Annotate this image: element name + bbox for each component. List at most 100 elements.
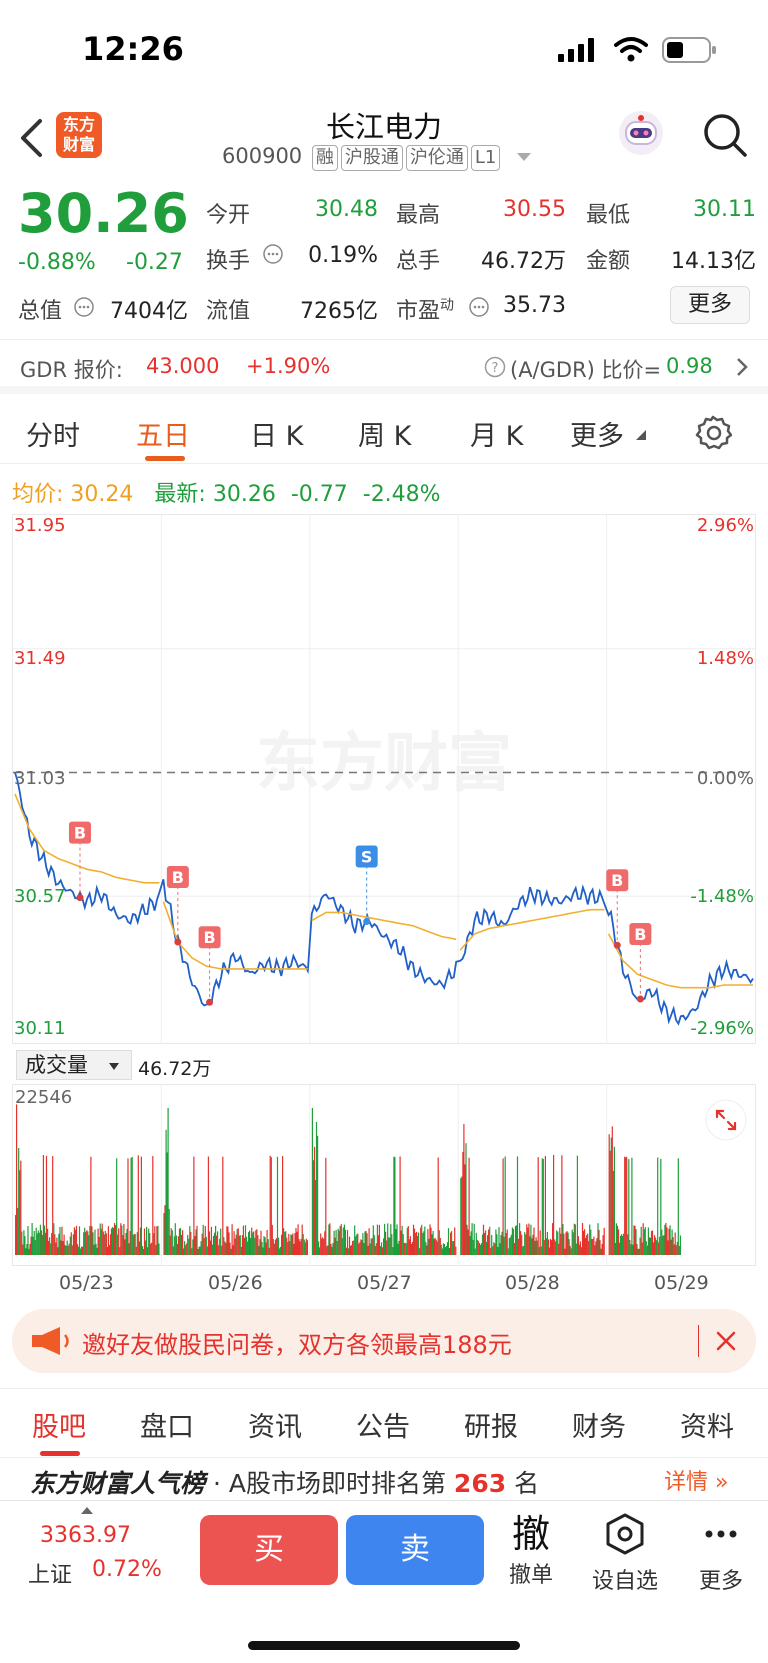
volume-bar xyxy=(631,1157,633,1255)
add-watchlist-button[interactable]: 设自选 xyxy=(580,1511,670,1595)
index-change: 0.72% xyxy=(92,1557,162,1582)
volume-bar xyxy=(289,1241,291,1255)
volume-bar xyxy=(371,1238,373,1255)
volume-bar xyxy=(675,1245,677,1255)
popularity-rank-row[interactable]: 东方财富人气榜 · A股市场即时排名第 263 名 详情 » xyxy=(30,1464,750,1504)
y-tick-right-3: -1.48% xyxy=(690,886,754,907)
volume-bar xyxy=(305,1238,307,1255)
tab-weekly-k[interactable]: 周 K xyxy=(358,414,411,453)
help-icon[interactable]: ? xyxy=(484,356,506,378)
volume-bar xyxy=(395,1229,397,1255)
active-tab-indicator xyxy=(40,1451,80,1456)
volume-bar xyxy=(275,1238,277,1255)
volume-bar xyxy=(292,1233,294,1255)
close-icon[interactable] xyxy=(714,1329,738,1353)
volume-bar xyxy=(329,1223,331,1255)
current-price: 30.26 xyxy=(18,182,189,245)
dropdown-caret-icon[interactable] xyxy=(517,153,532,161)
tab-research[interactable]: 研报 xyxy=(464,1405,518,1444)
volume-bar xyxy=(213,1232,216,1255)
volume-bar xyxy=(645,1241,647,1255)
rank-detail-link[interactable]: 详情 » xyxy=(664,1464,728,1496)
indicator-selector[interactable]: 成交量 xyxy=(16,1050,132,1080)
volume-bar xyxy=(431,1234,433,1255)
info-more-icon[interactable] xyxy=(468,296,490,318)
volume-bar xyxy=(530,1224,532,1255)
volume-bar xyxy=(648,1237,650,1255)
tab-profile[interactable]: 资料 xyxy=(680,1405,734,1444)
gdr-ratio-label: (A/GDR) 比价= xyxy=(510,358,662,382)
volume-bar xyxy=(315,1122,318,1255)
volume-bar xyxy=(668,1228,670,1255)
tab-finance[interactable]: 财务 xyxy=(572,1405,626,1444)
cancel-order-button[interactable]: 撤 撤单 xyxy=(486,1511,576,1589)
tab-monthly-k[interactable]: 月 K xyxy=(470,414,523,453)
buy-button[interactable]: 买 xyxy=(200,1515,338,1585)
volume-bar xyxy=(503,1236,505,1255)
expand-icon[interactable] xyxy=(705,1099,747,1141)
status-time: 12:26 xyxy=(82,30,184,68)
volume-bar xyxy=(378,1224,380,1255)
volume-bar xyxy=(266,1230,268,1255)
x-tick-3: 05/28 xyxy=(505,1272,560,1294)
volume-bar xyxy=(174,1223,176,1255)
tab-five-day[interactable]: 五日 xyxy=(136,414,190,453)
volume-bar xyxy=(230,1248,232,1255)
gdr-row[interactable]: GDR 报价: 43.000 +1.90% ? (A/GDR) 比价= 0.98 xyxy=(0,340,768,394)
tab-stock-forum[interactable]: 股吧 xyxy=(32,1405,86,1444)
volume-bar xyxy=(140,1156,142,1255)
volume-bar xyxy=(110,1228,113,1255)
y-tick-left-3: 30.57 xyxy=(14,886,66,907)
volume-bar xyxy=(177,1236,179,1255)
volume-bar xyxy=(385,1231,387,1255)
bottom-action-bar: 3363.97 上证 0.72% 买 卖 撤 撤单 设自选 更多 xyxy=(0,1500,768,1663)
promo-banner[interactable]: 邀好友做股民问卷，双方各领最高188元 xyxy=(12,1309,756,1373)
y-tick-right-0: 2.96% xyxy=(696,515,754,536)
volume-max-label: 22546 xyxy=(15,1087,73,1108)
volume-bar xyxy=(500,1235,502,1255)
volume-bar xyxy=(359,1242,361,1255)
price-chart[interactable]: 东方财富 B B B S B B 31.95 31.49 31.03 30.57 30.1… xyxy=(12,514,756,1044)
volume-bar xyxy=(335,1230,337,1255)
volume-bar xyxy=(263,1236,265,1255)
robot-assistant-icon[interactable] xyxy=(616,108,666,158)
info-more-icon[interactable] xyxy=(73,296,95,318)
y-tick-left-0: 31.95 xyxy=(14,515,66,536)
tab-daily-k[interactable]: 日 K xyxy=(250,414,303,453)
volume-bar xyxy=(130,1157,132,1255)
info-more-icon[interactable] xyxy=(262,243,284,265)
gdr-change: +1.90% xyxy=(246,354,331,378)
volume-bar xyxy=(543,1239,545,1255)
volume-bar xyxy=(575,1243,577,1255)
tab-intraday[interactable]: 分时 xyxy=(26,414,80,453)
volume-bar xyxy=(348,1236,351,1255)
tab-news[interactable]: 资讯 xyxy=(248,1405,302,1444)
search-icon[interactable] xyxy=(702,112,748,158)
tab-announcements[interactable]: 公告 xyxy=(356,1405,410,1444)
volume-bar xyxy=(467,1229,469,1255)
volume-bar xyxy=(283,1228,285,1255)
tab-more-periods[interactable]: 更多 xyxy=(570,414,624,453)
more-quote-button[interactable]: 更多 xyxy=(670,286,750,324)
volume-bar xyxy=(398,1240,400,1255)
tab-order-book[interactable]: 盘口 xyxy=(140,1405,194,1444)
volume-bar xyxy=(312,1160,314,1255)
x-tick-2: 05/27 xyxy=(357,1272,412,1294)
volume-bar xyxy=(679,1235,681,1255)
volume-chart[interactable]: 22546 xyxy=(12,1084,756,1266)
volume-bar xyxy=(158,1243,160,1255)
settings-gear-icon[interactable] xyxy=(694,414,732,452)
amount-value: 14.13亿 xyxy=(671,249,756,274)
add-watchlist-label: 设自选 xyxy=(591,1569,658,1594)
volume-bar xyxy=(474,1248,476,1255)
collapse-arrow-icon[interactable] xyxy=(80,1505,94,1515)
volume-bar xyxy=(553,1155,555,1255)
volume-bar xyxy=(407,1226,409,1255)
market-cap-label: 总值 xyxy=(18,299,63,324)
volume-bar xyxy=(306,1240,308,1255)
volume-bar xyxy=(154,1226,156,1255)
volume-bar xyxy=(619,1235,622,1255)
more-actions-button[interactable]: 更多 xyxy=(676,1511,766,1595)
sell-button[interactable]: 卖 xyxy=(346,1515,484,1585)
tag-sh-london-connect: 沪伦通 xyxy=(405,145,468,171)
